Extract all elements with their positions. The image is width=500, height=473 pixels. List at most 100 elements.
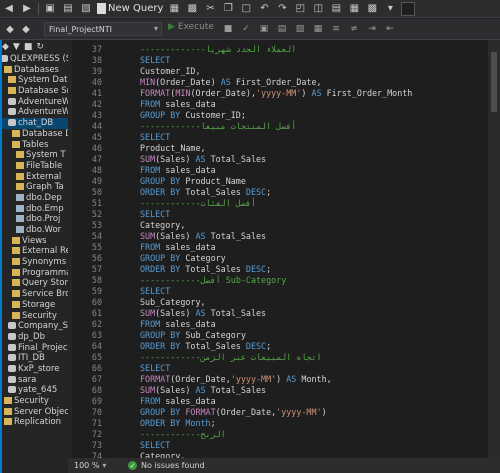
code-line[interactable]: 54 SUM(Sales) AS Total_Sales <box>72 231 488 242</box>
new-project-icon[interactable]: ▣ <box>43 2 57 16</box>
code-line[interactable]: 45 SELECT <box>72 132 488 143</box>
code-line[interactable]: 48 FROM sales_data <box>72 165 488 176</box>
customize-icon[interactable]: ▾ <box>383 2 397 16</box>
code-line[interactable]: 55 FROM sales_data <box>72 242 488 253</box>
outdent-icon[interactable]: ⇤ <box>384 22 396 35</box>
tree-item[interactable]: Service Bro <box>0 289 68 300</box>
stop-icon[interactable]: ■ <box>24 42 33 52</box>
tree-item[interactable]: AdventureWor <box>0 107 68 118</box>
change-connection-icon[interactable]: ◆ <box>19 22 33 36</box>
results-to-grid-icon[interactable]: ▦ <box>312 22 324 35</box>
execute-button[interactable]: ▶ Execute <box>168 22 214 32</box>
estimated-plan-icon[interactable]: ▣ <box>258 22 270 35</box>
code-line[interactable]: 44 ------------أفضل المنتجات مبيعا <box>72 121 488 132</box>
tree-item[interactable]: Synonyms <box>0 257 68 268</box>
solution-explorer-icon[interactable]: ◫ <box>311 2 325 16</box>
tree-item[interactable]: Graph Ta <box>0 182 68 193</box>
tree-item[interactable]: Query Store <box>0 278 68 289</box>
connect-dropdown-icon[interactable]: ◆ <box>2 42 9 52</box>
code-line[interactable]: 53 Category, <box>72 220 488 231</box>
tree-item[interactable]: Programma <box>0 268 68 279</box>
tree-item[interactable]: dbo.Wor <box>0 225 68 236</box>
code-line[interactable]: 42 FROM sales_data <box>72 99 488 110</box>
filter-icon[interactable]: ▼ <box>13 42 20 52</box>
code-line[interactable]: 63 GROUP BY Sub_Category <box>72 330 488 341</box>
code-line[interactable]: 62 FROM sales_data <box>72 319 488 330</box>
toolbox-icon[interactable]: ▦ <box>347 2 361 16</box>
tree-item[interactable]: Server Objects <box>0 407 68 418</box>
comment-icon[interactable]: ≡ <box>330 22 342 35</box>
tree-item[interactable]: KxP_store <box>0 364 68 375</box>
code-line[interactable]: 47 SUM(Sales) AS Total_Sales <box>72 154 488 165</box>
tree-item[interactable]: AdventureWor <box>0 97 68 108</box>
save-icon[interactable]: ▧ <box>79 2 93 16</box>
scrollbar-thumb[interactable] <box>491 52 497 112</box>
redo-icon[interactable]: ↷ <box>275 2 289 16</box>
tree-item[interactable]: QLEXPRESS (SQL <box>0 54 68 65</box>
quick-search-box[interactable] <box>401 1 416 16</box>
code-line[interactable]: 70 GROUP BY FORMAT(Order_Date,'yyyy-MM') <box>72 407 488 418</box>
stop-icon[interactable]: ■ <box>222 22 234 35</box>
tree-item[interactable]: Database Snap <box>0 86 68 97</box>
cut-icon[interactable]: ✂ <box>203 2 217 16</box>
tree-item[interactable]: sara <box>0 375 68 386</box>
tree-item[interactable]: System Databa <box>0 75 68 86</box>
properties-icon[interactable]: ▤ <box>329 2 343 16</box>
tree-item[interactable]: System T <box>0 150 68 161</box>
new-query-button[interactable]: New Query <box>97 3 163 14</box>
template-explorer-icon[interactable]: ▩ <box>365 2 379 16</box>
connect-icon[interactable]: ◆ <box>3 22 17 36</box>
zoom-dropdown[interactable]: 100 % ▾ <box>68 461 118 470</box>
code-line[interactable]: 61 SUM(Sales) AS Total_Sales <box>72 308 488 319</box>
code-line[interactable]: 41 FORMAT(MIN(Order_Date),'yyyy-MM') AS F… <box>72 88 488 99</box>
code-line[interactable]: 58 ------------أفضل Sub-Category <box>72 275 488 286</box>
code-line[interactable]: 57 ORDER BY Total_Sales DESC; <box>72 264 488 275</box>
tree-item[interactable]: External Re <box>0 246 68 257</box>
code-line[interactable]: 49 GROUP BY Product_Name <box>72 176 488 187</box>
code-line[interactable]: 60 Sub_Category, <box>72 297 488 308</box>
activity-monitor-icon[interactable]: ◰ <box>293 2 307 16</box>
code-line[interactable]: 67 FORMAT(Order_Date,'yyyy-MM') AS Month, <box>72 374 488 385</box>
undo-icon[interactable]: ↶ <box>257 2 271 16</box>
available-databases-dropdown[interactable]: Final_ProjectNTI ▾ <box>44 22 162 36</box>
open-file-icon[interactable]: ▤ <box>61 2 75 16</box>
results-to-text-icon[interactable]: ▧ <box>294 22 306 35</box>
code-line[interactable]: 51 ------------أفضل الفئات <box>72 198 488 209</box>
back-icon[interactable]: ◀ <box>2 2 16 16</box>
indent-icon[interactable]: ⇥ <box>366 22 378 35</box>
code-line[interactable]: 73 SELECT <box>72 440 488 451</box>
code-line[interactable]: 69 FROM sales_data <box>72 396 488 407</box>
code-line[interactable]: 52 SELECT <box>72 209 488 220</box>
code-line[interactable]: 71 ORDER BY Month; <box>72 418 488 429</box>
forward-icon[interactable]: ▶ <box>20 2 34 16</box>
tree-item[interactable]: dbo.Proj <box>0 214 68 225</box>
tree-item[interactable]: Views <box>0 236 68 247</box>
tree-item[interactable]: ITI_DB <box>0 353 68 364</box>
tree-item[interactable]: Tables <box>0 140 68 151</box>
copy-icon[interactable]: ❐ <box>221 2 235 16</box>
query-designer-icon[interactable]: ▤ <box>276 22 288 35</box>
code-line[interactable]: 56 GROUP BY Category <box>72 253 488 264</box>
code-line[interactable]: 66 SELECT <box>72 363 488 374</box>
code-line[interactable]: 68 SUM(Sales) AS Total_Sales <box>72 385 488 396</box>
tree-item[interactable]: FileTable <box>0 161 68 172</box>
check-syntax-icon[interactable]: ✓ <box>240 22 252 35</box>
code-line[interactable]: 59 SELECT <box>72 286 488 297</box>
tree-item[interactable]: External <box>0 172 68 183</box>
code-line[interactable]: 74 Category, <box>72 451 488 458</box>
tree-item[interactable]: Final_ProjectN <box>0 343 68 354</box>
code-line[interactable]: 72 ------------الربح <box>72 429 488 440</box>
tree-item[interactable]: Storage <box>0 300 68 311</box>
code-line[interactable]: 40 MIN(Order_Date) AS First_Order_Date, <box>72 77 488 88</box>
tree-item[interactable]: chat_DB <box>0 118 68 129</box>
tree-item[interactable]: dp_Db <box>0 332 68 343</box>
code-line[interactable]: 37 -------------العملاء الجدد شهريا <box>72 44 488 55</box>
code-line[interactable]: 65 ------------اتجاه المبيعات عبر الزمن <box>72 352 488 363</box>
sql-query-editor[interactable]: 37 -------------العملاء الجدد شهريا 38 SELE… <box>72 40 488 458</box>
tree-item[interactable]: Security <box>0 396 68 407</box>
tree-item[interactable]: yate_645 <box>0 385 68 396</box>
tree-item[interactable]: Company_SD <box>0 321 68 332</box>
database-engine-query-icon[interactable]: ▦ <box>167 2 181 16</box>
tree-item[interactable]: Database D <box>0 129 68 140</box>
tree-item[interactable]: Replication <box>0 417 68 428</box>
